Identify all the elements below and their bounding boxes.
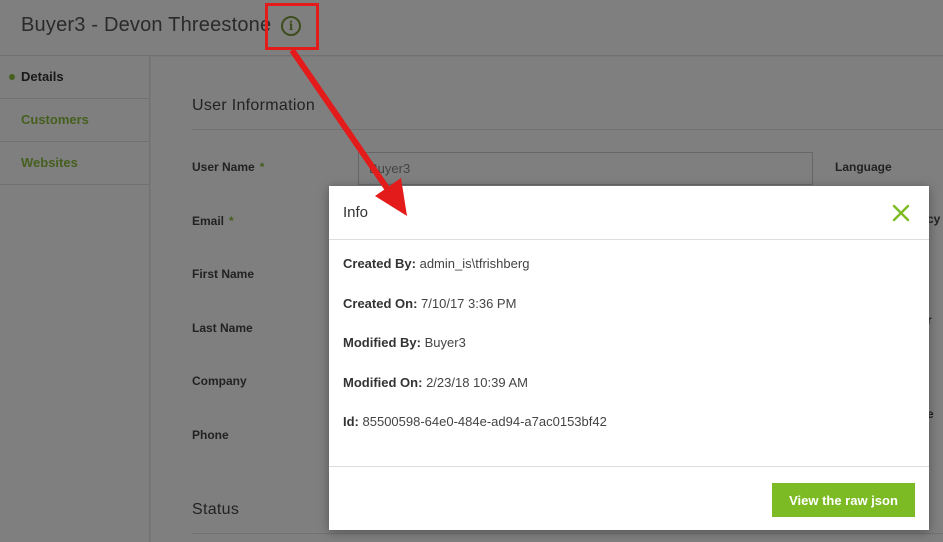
- annotation-arrow: [289, 48, 407, 216]
